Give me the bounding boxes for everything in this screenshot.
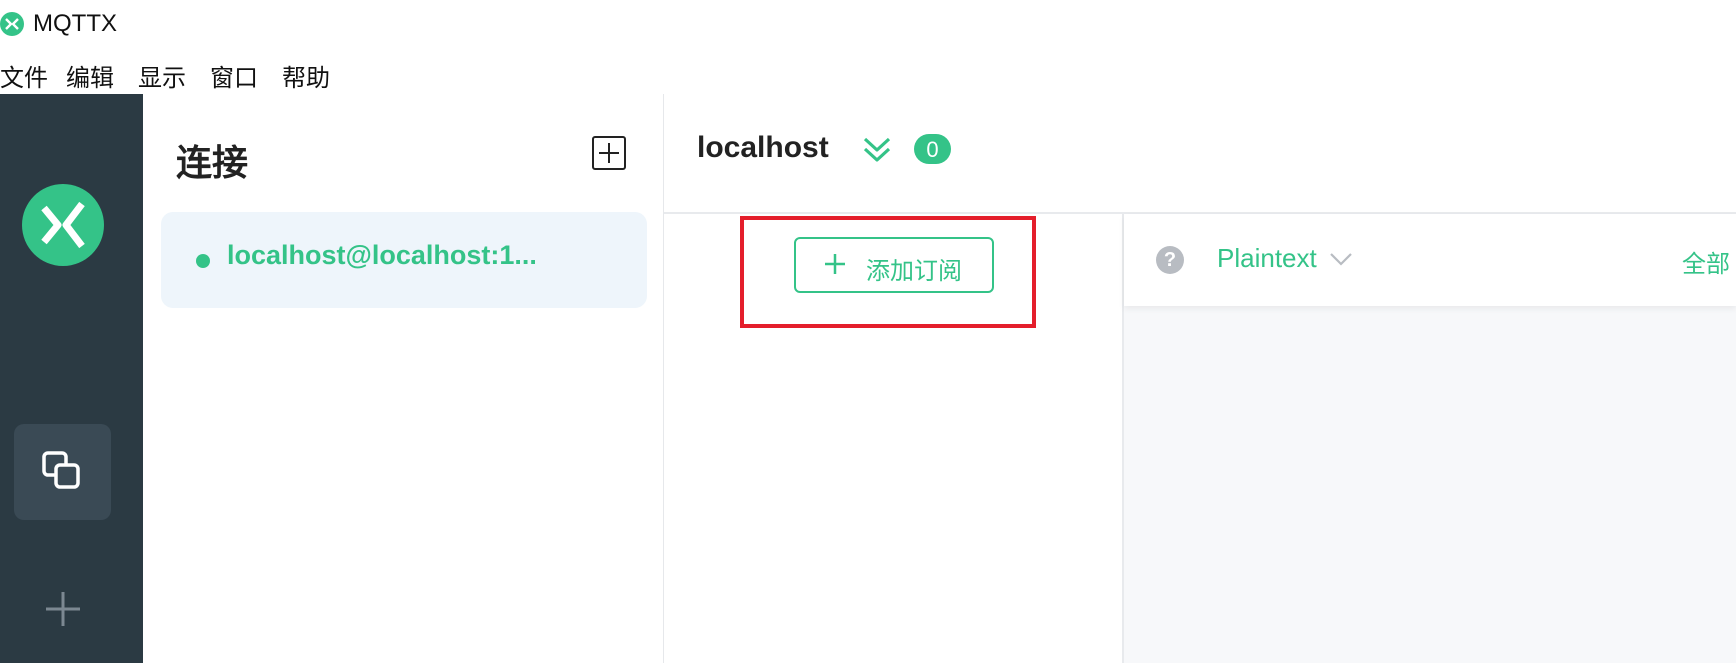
- add-subscription-button[interactable]: 添加订阅: [794, 237, 994, 293]
- main-panel: localhost 0 添加订阅 ? Plaintext 全部: [664, 94, 1736, 663]
- menu-window[interactable]: 窗口: [210, 58, 258, 93]
- connected-status-dot: [196, 254, 210, 268]
- subscription-count-badge: 0: [914, 134, 951, 164]
- connections-nav-button[interactable]: [14, 424, 111, 520]
- new-connection-plus-icon[interactable]: [44, 590, 82, 628]
- messages-area: ? Plaintext 全部: [1124, 214, 1736, 663]
- add-subscription-label: 添加订阅: [866, 257, 962, 285]
- subscriptions-column: 添加订阅: [664, 214, 1124, 663]
- app-title: MQTTX: [33, 10, 117, 37]
- plus-icon: [825, 254, 845, 274]
- chevron-down-icon: [1330, 253, 1352, 266]
- menu-help[interactable]: 帮助: [282, 58, 330, 93]
- menu-file[interactable]: 文件: [0, 58, 48, 93]
- connection-header: localhost 0: [664, 94, 1736, 214]
- title-bar: MQTTX: [0, 0, 1736, 48]
- new-connection-button[interactable]: [592, 136, 626, 170]
- menu-view[interactable]: 显示: [138, 58, 186, 93]
- mqttx-logo-icon[interactable]: [22, 184, 104, 266]
- help-icon[interactable]: ?: [1156, 246, 1184, 274]
- connections-title: 连接: [176, 143, 249, 184]
- plus-icon: [599, 143, 619, 163]
- payload-format-select[interactable]: Plaintext: [1217, 243, 1352, 275]
- left-nav: [0, 94, 143, 663]
- connection-list-item[interactable]: localhost@localhost:1...: [161, 212, 647, 308]
- collapse-chevron-icon[interactable]: [862, 136, 892, 164]
- connections-icon: [42, 451, 80, 489]
- messages-toolbar: ? Plaintext 全部: [1124, 214, 1736, 306]
- mqttx-logo-icon: [0, 12, 24, 36]
- connection-name: localhost@localhost:1...: [227, 240, 537, 270]
- message-filter-all[interactable]: 全部: [1682, 244, 1730, 279]
- payload-format-label: Plaintext: [1217, 243, 1317, 273]
- host-name: localhost: [697, 131, 829, 164]
- connections-panel: 连接 localhost@localhost:1...: [143, 94, 664, 663]
- menu-edit[interactable]: 编辑: [66, 58, 114, 93]
